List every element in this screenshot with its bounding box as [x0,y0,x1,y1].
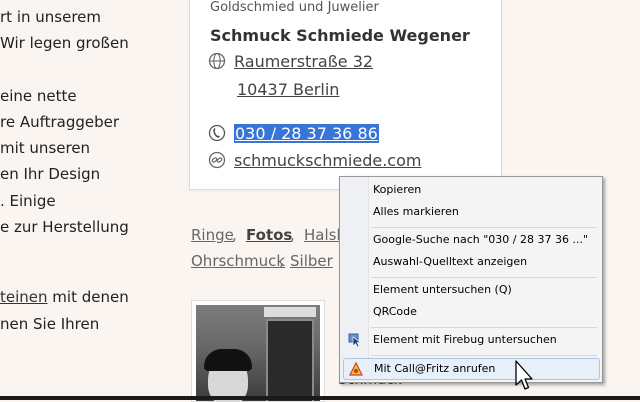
phone-icon [208,124,226,142]
menu-separator [371,277,597,278]
menu-item-label: Auswahl-Quelltext anzeigen [373,255,528,268]
menu-item-label: Alles markieren [373,205,459,218]
text-line: rt in unserem [0,8,101,26]
tag-ohrschmuck[interactable]: Ohrschmuck [191,252,285,270]
person-hair [204,349,252,371]
address-street-row: Raumerstraße 32 [208,52,373,71]
menu-separator [371,327,597,328]
photo-image [196,305,320,401]
text-fragment: mit denen [47,288,129,306]
phone-number-selected[interactable]: 030 / 28 37 36 86 [234,124,379,143]
menu-item-label: Mit Call@Fritz anrufen [374,362,496,375]
shop-door [266,319,314,401]
menu-item-view-source[interactable]: Auswahl-Quelltext anzeigen [343,252,598,272]
menu-item-label: Google-Suche nach "030 / 28 37 36 ..." [373,233,589,246]
menu-item-label: QRCode [373,305,417,318]
text-line: mit unseren [0,139,91,157]
address-city-row: 10437 Berlin [237,80,339,99]
menu-item-label: Kopieren [373,183,422,196]
menu-item-select-all[interactable]: Alles markieren [343,202,598,222]
tag-silber[interactable]: Silber [290,252,333,270]
street-link[interactable]: Raumerstraße 32 [234,52,373,71]
text-line: e zur Herstellung [0,218,129,236]
menu-item-label: Element untersuchen (Q) [373,283,512,296]
menu-item-copy[interactable]: Kopieren [343,180,598,200]
website-row: schmuckschmiede.com [208,151,421,170]
menu-item-label: Element mit Firebug untersuchen [373,333,557,346]
tag-separator: , [279,252,284,270]
shop-photo[interactable] [191,300,325,402]
menu-item-callfritz[interactable]: Mit Call@Fritz anrufen [343,358,600,380]
globe-icon [208,52,226,70]
link-icon [208,151,226,169]
tag-separator: , [290,226,295,244]
window-bottom-border [0,396,640,400]
text-line-with-link: teinen mit denen [0,288,129,306]
context-menu: Kopieren Alles markieren Google-Suche na… [339,176,603,383]
text-line: re Auftraggeber [0,113,120,131]
menu-separator [371,355,597,356]
mouse-pointer-icon [515,360,533,390]
text-line: Wir legen großen [0,34,129,52]
text-line: eine nette [0,87,77,105]
callfritz-icon [349,362,363,376]
business-type: Goldschmied und Juwelier [210,0,379,15]
text-line: nen Sie Ihren [0,315,100,333]
steinen-link[interactable]: teinen [0,288,48,306]
website-link[interactable]: schmuckschmiede.com [234,151,421,170]
menu-item-google-search[interactable]: Google-Suche nach "030 / 28 37 36 ..." [343,230,598,250]
tag-ringe[interactable]: Ringe [191,226,234,244]
shop-sign [264,307,316,317]
text-line: en Ihr Design [0,165,101,183]
phone-row: 030 / 28 37 36 86 [208,124,379,143]
firebug-inspect-icon [348,333,362,347]
company-name: Schmuck Schmiede Wegener [210,26,470,45]
tag-separator: , [232,226,237,244]
contact-card: Goldschmied und Juwelier Schmuck Schmied… [189,0,502,190]
tag-fotos[interactable]: Fotos [246,226,292,244]
menu-separator [371,227,597,228]
menu-item-firebug[interactable]: Element mit Firebug untersuchen [343,330,598,350]
text-line: . Einige [0,192,56,210]
city-link[interactable]: 10437 Berlin [237,80,339,99]
menu-item-inspect[interactable]: Element untersuchen (Q) [343,280,598,300]
menu-item-qrcode[interactable]: QRCode [343,302,598,322]
